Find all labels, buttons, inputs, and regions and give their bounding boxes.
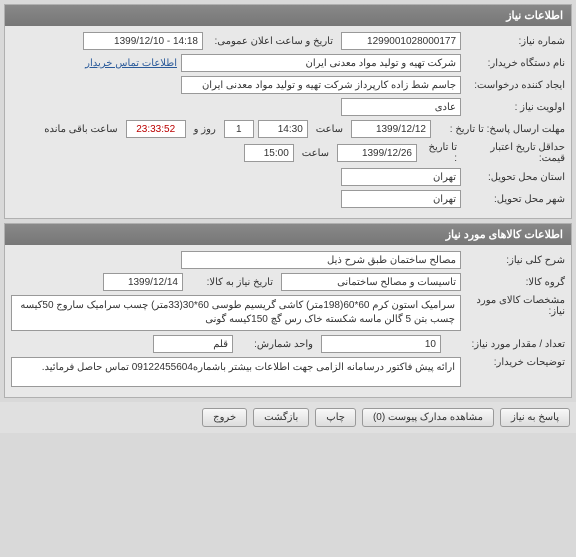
announce-field: 14:18 - 1399/12/10: [83, 32, 203, 50]
unit-label: واحد شمارش:: [237, 339, 317, 350]
city-field: تهران: [341, 190, 461, 208]
deadline-date-field: 1399/12/12: [351, 120, 431, 138]
row-group: گروه کالا: تاسیسات و مصالح ساختمانی تاری…: [11, 273, 565, 291]
row-need-no: شماره نیاز: 1299001028000177 تاریخ و ساع…: [11, 32, 565, 50]
need-info-panel: اطلاعات نیاز شماره نیاز: 129900102800017…: [4, 4, 572, 219]
priority-label: اولویت نیاز :: [465, 102, 565, 113]
qty-label: تعداد / مقدار مورد نیاز:: [445, 339, 565, 350]
countdown-field: 23:33:52: [126, 120, 186, 138]
buyer-contact-link[interactable]: اطلاعات تماس خریدار: [85, 58, 177, 69]
qty-field: 10: [321, 335, 441, 353]
days-label: روز و: [190, 124, 220, 135]
priority-field: عادی: [341, 98, 461, 116]
city-label: شهر محل تحویل:: [465, 194, 565, 205]
need-no-field: 1299001028000177: [341, 32, 461, 50]
unit-field: قلم: [153, 335, 233, 353]
goods-info-panel: اطلاعات کالاهای مورد نیاز شرح کلی نیاز: …: [4, 223, 572, 398]
deadline-time-field: 14:30: [258, 120, 308, 138]
row-buyer: نام دستگاه خریدار: شرکت تهیه و تولید موا…: [11, 54, 565, 72]
row-spec: مشخصات کالای مورد نیاز: سرامیک استون کرم…: [11, 295, 565, 331]
time-label-1: ساعت: [312, 124, 347, 135]
remaining-label: ساعت باقی مانده: [40, 124, 121, 135]
group-label: گروه کالا:: [465, 277, 565, 288]
note-field: ارائه پیش فاکتور درسامانه الزامی جهت اطل…: [11, 357, 461, 387]
buyer-label: نام دستگاه خریدار:: [465, 58, 565, 69]
print-button[interactable]: چاپ: [315, 408, 356, 427]
row-note: توضیحات خریدار: ارائه پیش فاکتور درسامان…: [11, 357, 565, 387]
to-date-label: تا تاریخ :: [421, 142, 461, 164]
valid-label: حداقل تاریخ اعتبار قیمت:: [465, 142, 565, 164]
button-row: پاسخ به نیاز مشاهده مدارک پیوست (0) چاپ …: [0, 402, 576, 433]
days-field: 1: [224, 120, 254, 138]
province-label: استان محل تحویل:: [465, 172, 565, 183]
need-date-label: تاریخ نیاز به کالا:: [187, 277, 277, 288]
need-date-field: 1399/12/14: [103, 273, 183, 291]
need-no-label: شماره نیاز:: [465, 36, 565, 47]
row-desc: شرح کلی نیاز: مصالح ساختمان طبق شرح ذیل: [11, 251, 565, 269]
panel2-header: اطلاعات کالاهای مورد نیاز: [5, 224, 571, 245]
desc-field: مصالح ساختمان طبق شرح ذیل: [181, 251, 461, 269]
back-button[interactable]: بازگشت: [253, 408, 309, 427]
time-label-2: ساعت: [298, 148, 333, 159]
panel1-body: شماره نیاز: 1299001028000177 تاریخ و ساع…: [5, 26, 571, 218]
row-priority: اولویت نیاز : عادی: [11, 98, 565, 116]
row-province: استان محل تحویل: تهران: [11, 168, 565, 186]
deadline-label: مهلت ارسال پاسخ: تا تاریخ :: [435, 124, 565, 135]
row-deadline: مهلت ارسال پاسخ: تا تاریخ : 1399/12/12 س…: [11, 120, 565, 138]
valid-date-field: 1399/12/26: [337, 144, 417, 162]
panel1-header: اطلاعات نیاز: [5, 5, 571, 26]
row-requester: ایجاد کننده درخواست: جاسم شط زاده کارپرد…: [11, 76, 565, 94]
requester-field: جاسم شط زاده کارپرداز شرکت تهیه و تولید …: [181, 76, 461, 94]
spec-label: مشخصات کالای مورد نیاز:: [465, 295, 565, 317]
row-valid: حداقل تاریخ اعتبار قیمت: تا تاریخ : 1399…: [11, 142, 565, 164]
desc-label: شرح کلی نیاز:: [465, 255, 565, 266]
buyer-field: شرکت تهیه و تولید مواد معدنی ایران: [181, 54, 461, 72]
exit-button[interactable]: خروج: [202, 408, 247, 427]
row-city: شهر محل تحویل: تهران: [11, 190, 565, 208]
requester-label: ایجاد کننده درخواست:: [465, 80, 565, 91]
attachments-button[interactable]: مشاهده مدارک پیوست (0): [362, 408, 494, 427]
province-field: تهران: [341, 168, 461, 186]
panel2-body: شرح کلی نیاز: مصالح ساختمان طبق شرح ذیل …: [5, 245, 571, 397]
valid-time-field: 15:00: [244, 144, 294, 162]
note-label: توضیحات خریدار:: [465, 357, 565, 368]
group-field: تاسیسات و مصالح ساختمانی: [281, 273, 461, 291]
spec-field: سرامیک استون کرم 60*60(198متر) کاشی گریس…: [11, 295, 461, 331]
announce-label: تاریخ و ساعت اعلان عمومی:: [207, 36, 337, 47]
row-qty: تعداد / مقدار مورد نیاز: 10 واحد شمارش: …: [11, 335, 565, 353]
reply-button[interactable]: پاسخ به نیاز: [500, 408, 570, 427]
